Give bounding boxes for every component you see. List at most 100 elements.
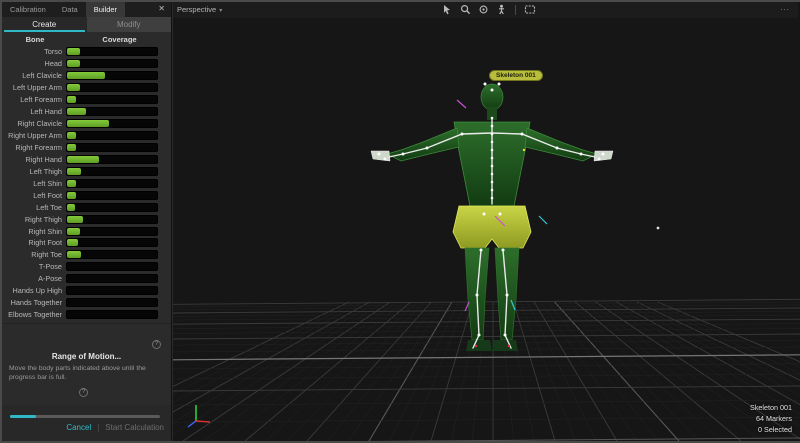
rom-description: Move the body parts indicated above unti… (9, 364, 164, 382)
bone-label: Left Shin (2, 179, 66, 188)
bone-label: Right Foot (2, 238, 66, 247)
marquee-rectangle-icon[interactable] (523, 3, 536, 16)
coverage-bar (66, 71, 158, 80)
bone-label: Left Hand (2, 107, 66, 116)
bone-label: Hands Up High (2, 286, 66, 295)
coverage-bar (66, 59, 158, 68)
coverage-bar (66, 227, 158, 236)
viewport-3d[interactable]: Perspective▾ ... (173, 2, 798, 441)
zoom-magnifier-icon[interactable] (459, 3, 472, 16)
range-of-motion-section: ? Range of Motion... Move the body parts… (2, 323, 171, 405)
skeleton-person-icon[interactable] (495, 3, 508, 16)
bone-label: Head (2, 59, 66, 68)
panel-tab-bar: Calibration Data Builder ✕ (2, 2, 171, 17)
tab-create[interactable]: Create (2, 17, 87, 32)
viewport-toolbar: Perspective▾ ... (173, 2, 798, 18)
coverage-row: Right Forearm (2, 142, 171, 154)
bone-label: Right Shin (2, 227, 66, 236)
coverage-row: Right Toe (2, 249, 171, 261)
coverage-row: Right Clavicle (2, 118, 171, 130)
bone-label: Elbows Together (2, 310, 66, 319)
scene-canvas[interactable] (173, 2, 800, 441)
bone-label: Left Thigh (2, 167, 66, 176)
tab-builder[interactable]: Builder (86, 2, 125, 17)
tab-modify[interactable]: Modify (87, 17, 172, 32)
bone-label: Hands Together (2, 298, 66, 307)
coverage-bar-fill (67, 132, 76, 139)
coverage-bar (66, 191, 158, 200)
overflow-menu[interactable]: ... (780, 3, 790, 12)
bone-label: Left Toe (2, 203, 66, 212)
coverage-row: Hands Up High (2, 285, 171, 297)
coverage-bar (66, 262, 158, 271)
coverage-bar-fill (67, 192, 76, 199)
bone-label: Right Hand (2, 155, 66, 164)
coverage-bar-fill (67, 84, 80, 91)
coverage-bar-fill (67, 120, 109, 127)
close-icon[interactable]: ✕ (152, 2, 171, 17)
start-calculation-button[interactable]: Start Calculation (105, 423, 164, 432)
coverage-bar (66, 274, 158, 283)
coverage-column-headers: Bone Coverage (2, 32, 171, 46)
coverage-bar (66, 238, 158, 247)
tab-data[interactable]: Data (54, 2, 86, 17)
coverage-row: A-Pose (2, 273, 171, 285)
bone-label: Right Clavicle (2, 119, 66, 128)
cancel-button[interactable]: Cancel (66, 423, 91, 432)
status-marker-count: 64 Markers (750, 413, 792, 424)
column-bone: Bone (2, 35, 68, 44)
coverage-bar-fill (67, 96, 76, 103)
panel-footer: Cancel | Start Calculation (2, 405, 171, 441)
calibration-progress-fill (10, 415, 36, 418)
coverage-bar (66, 286, 158, 295)
coverage-row: Left Toe (2, 201, 171, 213)
coverage-row: Left Clavicle (2, 70, 171, 82)
status-skeleton-name: Skeleton 001 (750, 402, 792, 413)
coverage-bar (66, 143, 158, 152)
stray-marker[interactable] (657, 227, 660, 230)
coverage-row: T-Pose (2, 261, 171, 273)
coverage-row: Right Thigh (2, 213, 171, 225)
coverage-bar-fill (67, 239, 78, 246)
select-cursor-icon[interactable] (441, 3, 454, 16)
coverage-row: Left Thigh (2, 165, 171, 177)
help-icon[interactable]: ? (79, 388, 88, 397)
coverage-bar-fill (67, 251, 81, 258)
coverage-bar-fill (67, 144, 76, 151)
coverage-row: Right Hand (2, 153, 171, 165)
bone-label: Left Clavicle (2, 71, 66, 80)
coverage-row: Left Upper Arm (2, 82, 171, 94)
camera-view-selector[interactable]: Perspective▾ (177, 5, 222, 14)
coverage-row: Left Forearm (2, 94, 171, 106)
bone-label: Left Foot (2, 191, 66, 200)
coverage-bar-fill (67, 60, 80, 67)
coverage-bar-fill (67, 48, 80, 55)
coverage-bar (66, 95, 158, 104)
coverage-row: Torso (2, 46, 171, 58)
coverage-bar-fill (67, 156, 99, 163)
coverage-bar-fill (67, 108, 86, 115)
coverage-bar (66, 107, 158, 116)
coverage-row: Hands Together (2, 297, 171, 309)
coverage-bar (66, 131, 158, 140)
coverage-bar-fill (67, 204, 75, 211)
rom-title: Range of Motion... (2, 352, 171, 361)
coverage-bar (66, 215, 158, 224)
coverage-bar-fill (67, 180, 76, 187)
coverage-bar-fill (67, 72, 105, 79)
tabbar-spacer (125, 2, 152, 17)
coverage-row: Left Hand (2, 106, 171, 118)
coverage-row: Left Foot (2, 189, 171, 201)
coverage-bar (66, 83, 158, 92)
skeleton-name-label[interactable]: Skeleton 001 (489, 70, 543, 81)
coverage-row: Right Foot (2, 237, 171, 249)
calibration-progress-track (10, 415, 160, 418)
coverage-bar (66, 119, 158, 128)
orbit-icon[interactable] (477, 3, 490, 16)
builder-panel: Calibration Data Builder ✕ Create Modify… (2, 2, 172, 441)
coverage-row: Elbows Together (2, 309, 171, 321)
coverage-bar (66, 179, 158, 188)
tab-calibration[interactable]: Calibration (2, 2, 54, 17)
bone-label: Left Forearm (2, 95, 66, 104)
help-icon[interactable]: ? (152, 340, 161, 349)
